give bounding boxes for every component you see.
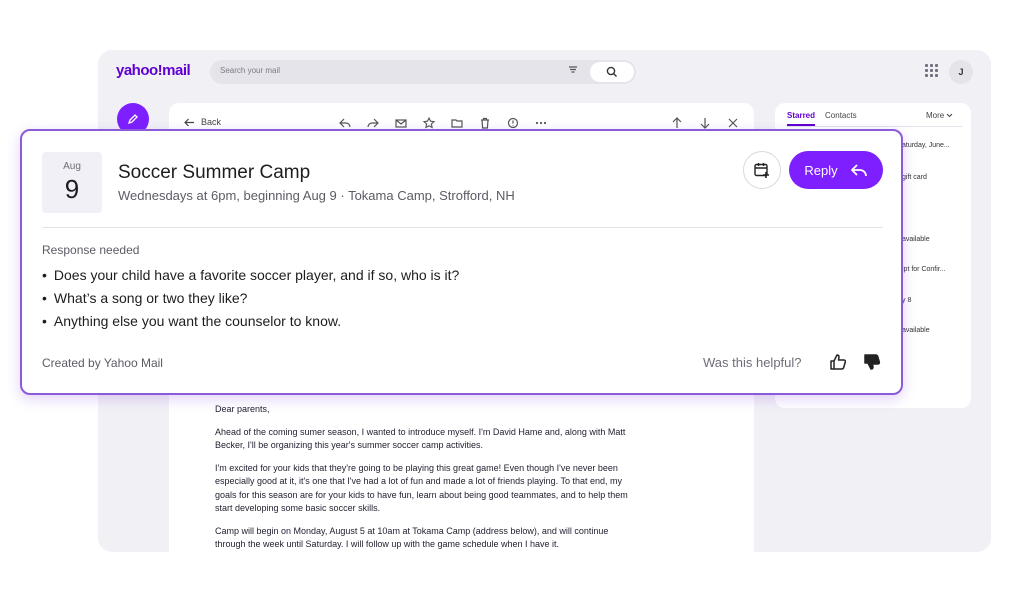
reply-button[interactable]: Reply xyxy=(789,151,883,189)
side-tabs-divider xyxy=(787,126,962,127)
back-label: Back xyxy=(201,117,222,127)
list-item[interactable]: available xyxy=(902,327,930,334)
add-to-calendar-button[interactable] xyxy=(743,151,781,189)
question-item: Does your child have a favorite soccer p… xyxy=(42,264,459,287)
event-date-day: 9 xyxy=(64,174,80,204)
next-message-icon[interactable] xyxy=(698,116,712,130)
created-by-label: Created by Yahoo Mail xyxy=(42,356,163,370)
side-more-label: More xyxy=(926,111,945,120)
event-date-badge: Aug 9 xyxy=(42,152,102,213)
tab-contacts[interactable]: Contacts xyxy=(825,111,857,126)
email-paragraph: I'm excited for your kids that they're g… xyxy=(215,462,628,514)
apps-grid-icon[interactable] xyxy=(925,64,938,77)
spam-icon[interactable] xyxy=(506,116,520,130)
list-item[interactable]: ipt for Confir... xyxy=(902,266,946,273)
mark-unread-icon[interactable] xyxy=(394,116,408,130)
folder-icon[interactable] xyxy=(450,116,464,130)
list-item[interactable]: available xyxy=(902,236,930,243)
more-options-icon[interactable] xyxy=(534,116,548,130)
arrow-left-icon xyxy=(184,118,194,126)
forward-icon[interactable] xyxy=(366,116,380,130)
close-icon[interactable] xyxy=(726,116,740,130)
event-title: Soccer Summer Camp xyxy=(118,162,311,183)
thumbs-up-icon xyxy=(830,354,847,370)
filter-icon[interactable] xyxy=(568,65,578,76)
event-summary-card: Aug 9 Soccer Summer Camp Wednesdays at 6… xyxy=(20,129,903,395)
reply-button-label: Reply xyxy=(804,162,838,178)
trash-icon[interactable] xyxy=(478,116,492,130)
reply-icon[interactable] xyxy=(338,116,352,130)
avatar[interactable]: J xyxy=(949,60,973,84)
tab-starred[interactable]: Starred xyxy=(787,111,816,126)
calendar-add-icon xyxy=(754,163,769,178)
event-details: Wednesdays at 6pm, beginning Aug 9 · Tok… xyxy=(118,188,515,203)
question-item: What’s a song or two they like? xyxy=(42,287,459,310)
helpful-prompt: Was this helpful? xyxy=(703,355,802,370)
event-date-month: Aug xyxy=(63,161,81,172)
list-item[interactable]: y 8 xyxy=(902,297,911,304)
chevron-down-icon xyxy=(947,113,953,118)
response-needed-label: Response needed xyxy=(42,243,140,257)
email-body: Dear parents, Ahead of the coming sumer … xyxy=(215,403,635,561)
reply-arrow-icon xyxy=(850,164,867,177)
card-divider xyxy=(42,227,883,228)
question-item: Anything else you want the counselor to … xyxy=(42,310,459,333)
email-paragraph: Camp will begin on Monday, August 5 at 1… xyxy=(215,525,609,550)
email-paragraph: Dear parents, xyxy=(215,404,270,414)
search-bar[interactable]: Search your mail xyxy=(210,60,636,84)
search-input[interactable]: Search your mail xyxy=(220,66,280,75)
pencil-icon xyxy=(127,114,138,125)
thumbs-up-button[interactable] xyxy=(828,352,848,377)
back-button[interactable]: Back xyxy=(184,117,221,127)
thumbs-down-button[interactable] xyxy=(862,352,882,377)
thumbs-down-icon xyxy=(864,354,881,370)
star-icon[interactable] xyxy=(422,116,436,130)
previous-message-icon[interactable] xyxy=(670,116,684,130)
side-more-button[interactable]: More xyxy=(926,111,953,120)
email-paragraph: Ahead of the coming sumer season, I want… xyxy=(215,426,626,451)
side-panel-tabs: Starred Contacts xyxy=(787,111,857,126)
search-button[interactable] xyxy=(590,62,634,82)
list-item[interactable]: gift card xyxy=(902,174,927,181)
message-navigation xyxy=(670,116,740,130)
search-icon xyxy=(606,66,617,77)
yahoo-mail-logo[interactable]: yahoo!mail xyxy=(116,62,191,79)
message-toolbar xyxy=(338,116,548,130)
list-item[interactable]: aturday, June... xyxy=(902,142,950,149)
question-list: Does your child have a favorite soccer p… xyxy=(42,264,459,333)
